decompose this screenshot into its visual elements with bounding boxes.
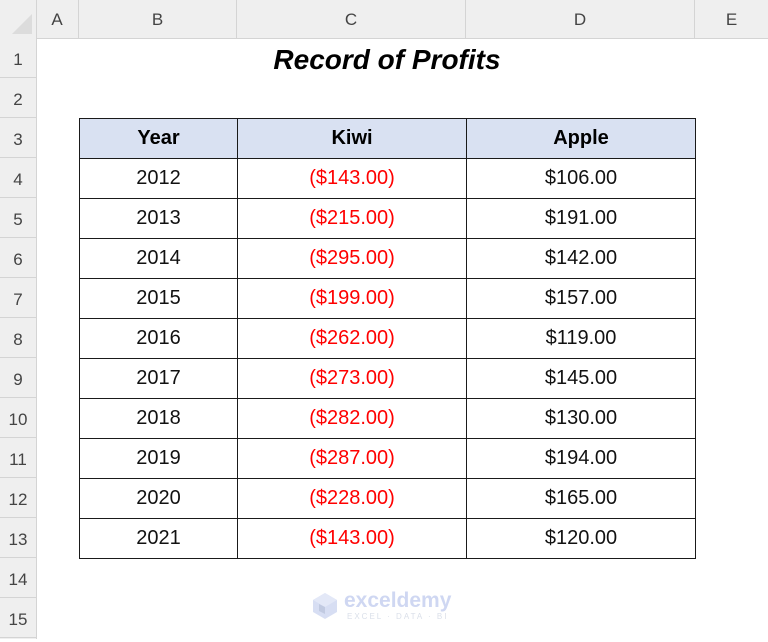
column-header-a[interactable]: A	[36, 0, 79, 38]
apple-cell[interactable]: $191.00	[466, 198, 696, 239]
kiwi-cell[interactable]: ($295.00)	[237, 238, 467, 279]
apple-cell[interactable]: $142.00	[466, 238, 696, 279]
year-cell[interactable]: 2013	[79, 198, 238, 239]
kiwi-cell[interactable]: ($143.00)	[237, 158, 467, 199]
table-row: 2016 ($262.00) $119.00	[79, 318, 696, 359]
row-header[interactable]: 13	[0, 518, 36, 558]
apple-cell[interactable]: $119.00	[466, 318, 696, 359]
year-cell[interactable]: 2021	[79, 518, 238, 559]
sheet-title[interactable]: Record of Profits	[79, 38, 695, 78]
header-year[interactable]: Year	[79, 118, 238, 159]
watermark-brand: exceldemy	[344, 589, 452, 612]
select-all-triangle-icon	[12, 14, 32, 34]
watermark-tagline: EXCEL · DATA · BI	[347, 612, 449, 621]
apple-cell[interactable]: $165.00	[466, 478, 696, 519]
column-header-b[interactable]: B	[79, 0, 237, 38]
row-header[interactable]: 9	[0, 358, 36, 398]
apple-cell[interactable]: $130.00	[466, 398, 696, 439]
row-headers: 1 2 3 4 5 6 7 8 9 10 11 12 13 14 15	[0, 38, 37, 639]
row-header[interactable]: 12	[0, 478, 36, 518]
row-header[interactable]: 14	[0, 558, 36, 598]
table-row: 2014 ($295.00) $142.00	[79, 238, 696, 279]
table-row: 2020 ($228.00) $165.00	[79, 478, 696, 519]
table-row: 2017 ($273.00) $145.00	[79, 358, 696, 399]
kiwi-cell[interactable]: ($282.00)	[237, 398, 467, 439]
kiwi-cell[interactable]: ($199.00)	[237, 278, 467, 319]
kiwi-cell[interactable]: ($262.00)	[237, 318, 467, 359]
apple-cell[interactable]: $120.00	[466, 518, 696, 559]
row-header[interactable]: 1	[0, 38, 36, 78]
row-header[interactable]: 5	[0, 198, 36, 238]
table-row: 2013 ($215.00) $191.00	[79, 198, 696, 239]
year-cell[interactable]: 2017	[79, 358, 238, 399]
year-cell[interactable]: 2018	[79, 398, 238, 439]
apple-cell[interactable]: $145.00	[466, 358, 696, 399]
year-cell[interactable]: 2012	[79, 158, 238, 199]
column-header-c[interactable]: C	[237, 0, 466, 38]
kiwi-cell[interactable]: ($228.00)	[237, 478, 467, 519]
row-header[interactable]: 11	[0, 438, 36, 478]
select-all-button[interactable]	[0, 0, 37, 38]
apple-cell[interactable]: $194.00	[466, 438, 696, 479]
kiwi-cell[interactable]: ($143.00)	[237, 518, 467, 559]
year-cell[interactable]: 2015	[79, 278, 238, 319]
table-row: 2019 ($287.00) $194.00	[79, 438, 696, 479]
profits-table: Year Kiwi Apple 2012 ($143.00) $106.00 2013…	[79, 118, 696, 559]
column-header-e[interactable]: E	[695, 0, 768, 38]
kiwi-cell[interactable]: ($215.00)	[237, 198, 467, 239]
year-cell[interactable]: 2014	[79, 238, 238, 279]
row-header[interactable]: 6	[0, 238, 36, 278]
year-cell[interactable]: 2019	[79, 438, 238, 479]
kiwi-cell[interactable]: ($273.00)	[237, 358, 467, 399]
row-header[interactable]: 8	[0, 318, 36, 358]
table-row: 2015 ($199.00) $157.00	[79, 278, 696, 319]
exceldemy-logo-icon	[313, 592, 337, 619]
apple-cell[interactable]: $106.00	[466, 158, 696, 199]
table-row: 2012 ($143.00) $106.00	[79, 158, 696, 199]
row-header[interactable]: 2	[0, 78, 36, 118]
watermark: exceldemy EXCEL · DATA · BI	[312, 590, 451, 621]
column-headers: A B C D E	[0, 0, 768, 39]
kiwi-cell[interactable]: ($287.00)	[237, 438, 467, 479]
year-cell[interactable]: 2016	[79, 318, 238, 359]
row-header[interactable]: 4	[0, 158, 36, 198]
table-row: 2021 ($143.00) $120.00	[79, 518, 696, 559]
row-header[interactable]: 3	[0, 118, 36, 158]
table-header-row: Year Kiwi Apple	[79, 118, 696, 159]
apple-cell[interactable]: $157.00	[466, 278, 696, 319]
row-header[interactable]: 7	[0, 278, 36, 318]
header-kiwi[interactable]: Kiwi	[237, 118, 467, 159]
header-apple[interactable]: Apple	[466, 118, 696, 159]
row-header[interactable]: 10	[0, 398, 36, 438]
column-header-d[interactable]: D	[466, 0, 695, 38]
table-row: 2018 ($282.00) $130.00	[79, 398, 696, 439]
year-cell[interactable]: 2020	[79, 478, 238, 519]
row-header[interactable]: 15	[0, 598, 36, 638]
